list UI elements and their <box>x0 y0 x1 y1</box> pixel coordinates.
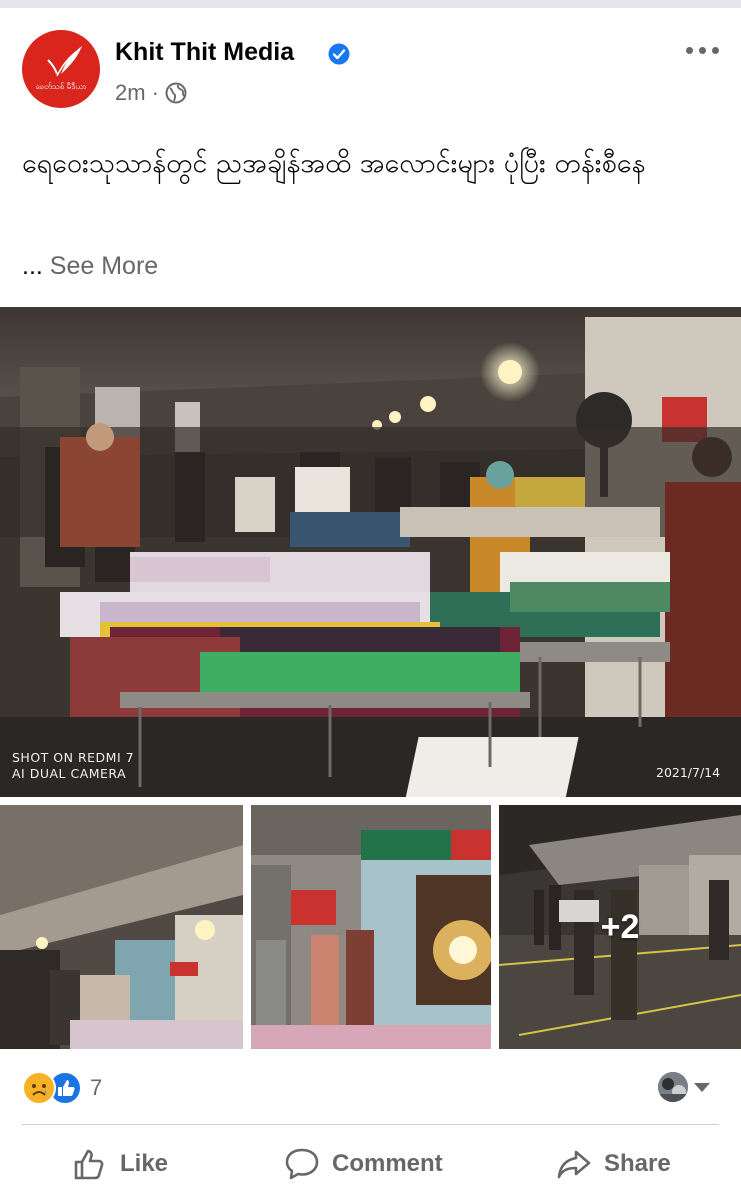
reaction-count: 7 <box>90 1075 103 1100</box>
like-button[interactable]: Like <box>72 1134 168 1194</box>
like-icon <box>74 1149 104 1180</box>
post-main-photo[interactable]: SHOT ON REDMI 7 AI DUAL CAMERA 2021/7/14 <box>0 307 741 797</box>
viewer-avatar[interactable] <box>658 1072 688 1102</box>
post-actions-bar: Like Comment Share <box>0 1134 741 1194</box>
see-more-link[interactable]: ... See More <box>22 252 158 281</box>
viewer-avatar-image <box>658 1072 688 1102</box>
comment-label: Comment <box>332 1150 443 1177</box>
chevron-down-icon[interactable] <box>694 1083 710 1092</box>
top-separator <box>0 0 741 8</box>
see-more-label: See More <box>49 252 159 280</box>
thumbnail-image <box>251 805 491 1049</box>
avatar-logo-text: ခေတ်သစ် မီဒီယာ <box>35 82 87 91</box>
meta-separator: · <box>151 80 159 105</box>
post-timestamp[interactable]: 2m <box>115 80 146 106</box>
post-photo-thumbnail[interactable] <box>0 805 243 1049</box>
page-avatar[interactable]: ခေတ်သစ် မီဒီယာ <box>22 30 100 108</box>
post-photo-thumbnail-more[interactable]: +2 <box>499 805 741 1049</box>
photo-date-stamp: 2021/7/14 <box>656 765 721 780</box>
more-options-icon[interactable] <box>684 41 722 59</box>
share-label: Share <box>604 1150 671 1177</box>
comment-button[interactable]: Comment <box>284 1134 443 1194</box>
sad-reaction-icon <box>22 1071 56 1105</box>
post-meta: 2m · <box>115 80 187 106</box>
like-label: Like <box>120 1150 169 1177</box>
post-header: ခေတ်သစ် မီဒီယာ Khit Thit Media 2m · <box>0 8 741 118</box>
actions-divider <box>22 1124 719 1125</box>
camera-watermark-line-1: SHOT ON REDMI 7 <box>12 750 135 765</box>
post-message: ရေဝေးသုသာန်တွင် ညအချိန်အထိ အလောင်းများ ပ… <box>22 148 646 179</box>
thumbnail-image <box>0 805 243 1049</box>
camera-watermark-line-2: AI DUAL CAMERA <box>12 766 127 781</box>
page-name-link[interactable]: Khit Thit Media <box>115 38 294 67</box>
share-icon <box>557 1150 591 1179</box>
camera-watermark: SHOT ON REDMI 7 AI DUAL CAMERA <box>12 750 134 782</box>
globe-icon[interactable] <box>165 82 187 104</box>
more-photos-count: +2 <box>600 907 640 946</box>
main-photo-image <box>0 307 741 797</box>
share-button[interactable]: Share <box>556 1134 671 1194</box>
comment-icon <box>285 1148 319 1180</box>
post-photo-thumbnail[interactable] <box>251 805 491 1049</box>
verified-badge-icon <box>328 43 350 65</box>
reactions-summary[interactable]: 7 <box>22 1068 102 1108</box>
see-more-ellipsis: ... <box>22 252 43 280</box>
feather-logo-icon <box>47 46 82 77</box>
